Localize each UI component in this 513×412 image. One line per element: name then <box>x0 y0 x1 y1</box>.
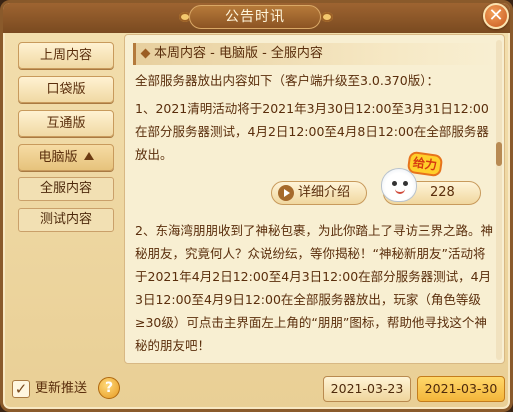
detail-button[interactable]: 详细介绍 <box>271 181 367 205</box>
sidebar-item-pc-label: 电脑版 <box>38 150 78 165</box>
update-push-label: 更新推送 <box>35 381 88 396</box>
update-push-checkbox[interactable]: ✓ <box>12 380 30 398</box>
window-title: 公告时讯 <box>189 5 321 29</box>
help-icon[interactable]: ? <box>98 377 120 399</box>
mascot-eye-left <box>392 181 397 186</box>
intro-text: 全部服务器放出内容如下（客户端升级至3.0.370版）： <box>135 73 439 88</box>
title-ornament-right <box>321 12 333 22</box>
mascot-eye-right <box>403 181 408 186</box>
sidebar-item-crossplay[interactable]: 互通版 <box>18 110 114 137</box>
sidebar-item-last-week[interactable]: 上周内容 <box>18 42 114 69</box>
scrollbar-thumb[interactable] <box>496 142 502 166</box>
scrollbar-track[interactable] <box>496 40 502 360</box>
announcement-content[interactable]: 本周内容 - 电脑版 - 全服内容 全部服务器放出内容如下（客户端升级至3.0.… <box>124 34 505 364</box>
collapse-arrow-icon <box>83 152 94 160</box>
close-button[interactable]: ✕ <box>483 3 509 29</box>
like-count: 228 <box>430 185 455 200</box>
item-2-text: 2、东海湾朋朋收到了神秘包裹，为此你踏上了寻访三界之路。神秘朋友，究竟何人？众说… <box>135 223 493 353</box>
title-bar: 公告时讯 <box>3 3 510 33</box>
play-icon <box>278 185 294 201</box>
detail-button-label: 详细介绍 <box>298 185 351 200</box>
sidebar-subitem-test[interactable]: 测试内容 <box>18 208 114 232</box>
date-button-prev[interactable]: 2021-03-23 <box>323 376 411 402</box>
sidebar-item-pocket[interactable]: 口袋版 <box>18 76 114 103</box>
sidebar: 上周内容 口袋版 互通版 电脑版 全服内容 测试内容 <box>8 34 123 364</box>
sidebar-subitem-all-servers[interactable]: 全服内容 <box>18 177 114 201</box>
geili-badge: 给力 <box>406 150 444 178</box>
date-button-current[interactable]: 2021-03-30 <box>417 376 505 402</box>
section-title: 本周内容 - 电脑版 - 全服内容 <box>133 43 495 65</box>
mascot-mouth <box>395 189 405 194</box>
sidebar-item-pc[interactable]: 电脑版 <box>18 144 114 171</box>
